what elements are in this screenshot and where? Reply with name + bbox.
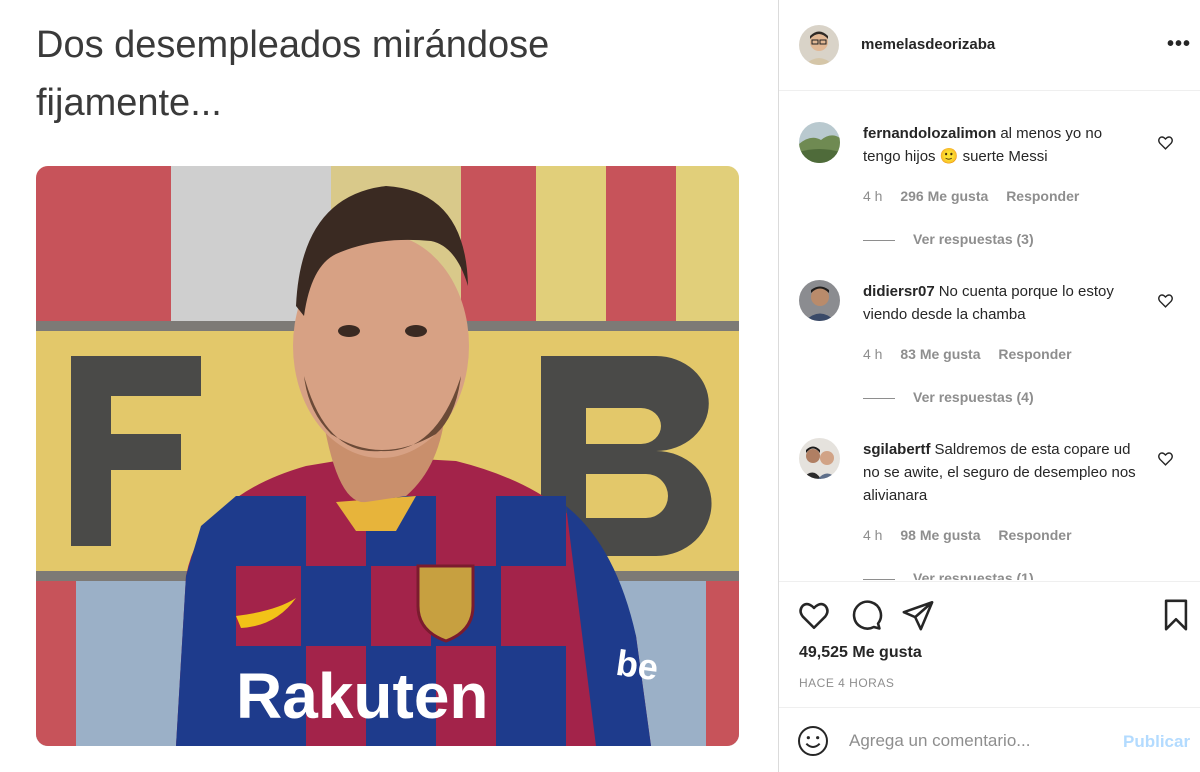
bookmark-icon[interactable] xyxy=(1159,598,1193,632)
add-comment-bar: Publicar xyxy=(779,707,1200,772)
comment-body: sgilabertf Saldremos de esta copare ud no… xyxy=(863,438,1138,507)
commenter-avatar[interactable] xyxy=(799,280,840,321)
comment-icon[interactable] xyxy=(849,598,883,632)
player-photo-illustration: Rakuten be xyxy=(36,166,739,746)
replies-divider xyxy=(863,578,895,580)
add-comment-input[interactable] xyxy=(849,726,1109,756)
post-time[interactable]: HACE 4 HORAS xyxy=(799,676,894,690)
comment-reply-button[interactable]: Responder xyxy=(1006,188,1079,204)
post-header: memelasdeorizaba ••• xyxy=(779,0,1200,91)
comment-username[interactable]: fernandolozalimon xyxy=(863,125,996,142)
post-photo[interactable]: Rakuten be xyxy=(36,166,739,746)
post-media: Dos desempleados mirándose fijamente... xyxy=(0,0,778,772)
share-icon[interactable] xyxy=(901,598,935,632)
view-replies-button[interactable]: Ver respuestas (3) xyxy=(863,231,1034,247)
comment-like-heart-icon[interactable] xyxy=(1157,292,1174,309)
post-actions: 49,525 Me gusta HACE 4 HORAS xyxy=(779,581,1200,701)
comment-body: didiersr07 No cuenta porque lo estoy vien… xyxy=(863,280,1138,326)
comment-body: fernandolozalimon al menos yo no tengo hi… xyxy=(863,122,1138,168)
comment-meta: 4 h 98 Me gusta Responder xyxy=(863,527,1086,543)
comment-username[interactable]: didiersr07 xyxy=(863,283,935,300)
commenter-avatar[interactable] xyxy=(799,438,840,479)
more-options-icon[interactable]: ••• xyxy=(1167,34,1191,54)
svg-text:be: be xyxy=(614,642,661,688)
meme-caption: Dos desempleados mirándose fijamente... xyxy=(36,24,550,124)
comment-username[interactable]: sgilabertf xyxy=(863,441,931,458)
comment-reply-button[interactable]: Responder xyxy=(998,346,1071,362)
publish-button[interactable]: Publicar xyxy=(1123,732,1190,752)
comment-time[interactable]: 4 h xyxy=(863,346,882,362)
comment-likes[interactable]: 296 Me gusta xyxy=(900,188,988,204)
comment-reply-button[interactable]: Responder xyxy=(998,527,1071,543)
view-replies-button[interactable]: Ver respuestas (4) xyxy=(863,389,1034,405)
post-likes-count[interactable]: 49,525 Me gusta xyxy=(799,644,922,662)
comment-like-heart-icon[interactable] xyxy=(1157,134,1174,151)
view-replies-label: Ver respuestas (1) xyxy=(913,570,1034,580)
comment-time[interactable]: 4 h xyxy=(863,188,882,204)
view-replies-button[interactable]: Ver respuestas (1) xyxy=(863,570,1034,580)
comment-meta: 4 h 296 Me gusta Responder xyxy=(863,188,1093,204)
commenter-avatar[interactable] xyxy=(799,122,840,163)
post-side-panel: memelasdeorizaba ••• fernandolozalimon al… xyxy=(778,0,1200,772)
comments-list[interactable]: fernandolozalimon al menos yo no tengo hi… xyxy=(779,92,1200,580)
comment-meta: 4 h 83 Me gusta Responder xyxy=(863,346,1086,362)
comment-time[interactable]: 4 h xyxy=(863,527,882,543)
heart-icon[interactable] xyxy=(797,598,831,632)
replies-divider xyxy=(863,397,895,399)
author-avatar[interactable] xyxy=(799,25,839,65)
comment-likes[interactable]: 98 Me gusta xyxy=(900,527,980,543)
comment-like-heart-icon[interactable] xyxy=(1157,450,1174,467)
svg-text:Rakuten: Rakuten xyxy=(236,660,489,732)
emoji-icon[interactable] xyxy=(797,725,829,757)
comment-likes[interactable]: 83 Me gusta xyxy=(900,346,980,362)
view-replies-label: Ver respuestas (3) xyxy=(913,231,1034,247)
replies-divider xyxy=(863,239,895,241)
author-username[interactable]: memelasdeorizaba xyxy=(861,36,995,53)
view-replies-label: Ver respuestas (4) xyxy=(913,389,1034,405)
